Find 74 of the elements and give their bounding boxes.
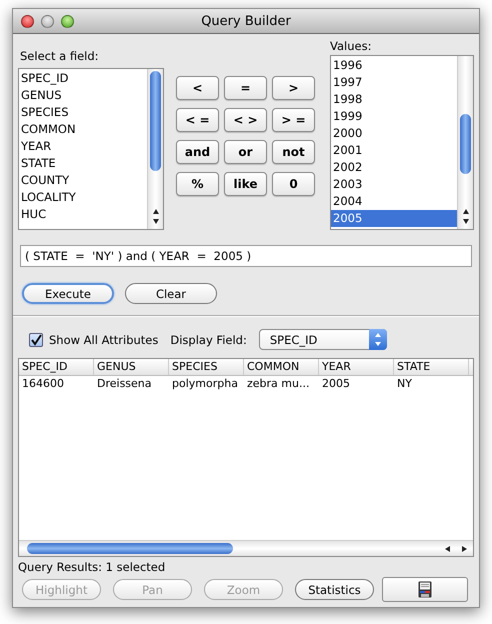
window-title: Query Builder bbox=[201, 14, 291, 28]
list-item[interactable]: STATE bbox=[19, 155, 147, 172]
list-item[interactable]: 2005 bbox=[331, 210, 457, 227]
list-item[interactable]: 1996 bbox=[331, 57, 457, 74]
column-header[interactable]: COMMON bbox=[244, 359, 319, 375]
column-header[interactable]: SPECIES bbox=[169, 359, 244, 375]
operator-button[interactable]: < > bbox=[224, 108, 267, 132]
list-item[interactable]: 1998 bbox=[331, 91, 457, 108]
column-header[interactable]: YEAR bbox=[319, 359, 394, 375]
operator-button[interactable]: or bbox=[224, 140, 267, 164]
column-header[interactable]: SPEC_ID bbox=[19, 359, 94, 375]
zoom-button[interactable] bbox=[61, 14, 74, 28]
operator-button[interactable]: = bbox=[224, 76, 267, 100]
table-cell-text: 164600 bbox=[21, 376, 65, 392]
up-arrow-icon[interactable] bbox=[462, 208, 470, 216]
list-item[interactable]: COMMON bbox=[19, 121, 147, 138]
scroll-thumb[interactable] bbox=[460, 114, 471, 174]
operator-button[interactable]: not bbox=[272, 140, 315, 164]
list-item[interactable]: COUNTY bbox=[19, 172, 147, 189]
list-item[interactable]: LOCALITY bbox=[19, 189, 147, 206]
right-arrow-icon[interactable] bbox=[460, 544, 468, 552]
down-arrow-icon[interactable] bbox=[152, 218, 160, 226]
list-item[interactable]: HUC bbox=[19, 206, 147, 223]
display-field-dropdown[interactable]: SPEC_ID bbox=[258, 329, 387, 350]
column-header[interactable]: GENUS bbox=[94, 359, 169, 375]
list-item[interactable]: 2002 bbox=[331, 159, 457, 176]
field-list[interactable]: SPEC_ID GENUS SPECIES COMMON YEAR STATE COUNTY LOCALITY HUC bbox=[18, 68, 164, 230]
minimize-button[interactable] bbox=[41, 14, 54, 28]
operator-button[interactable]: like bbox=[224, 172, 267, 196]
list-item[interactable]: 1999 bbox=[331, 108, 457, 125]
operator-button[interactable]: > = bbox=[272, 108, 315, 132]
table-cell-text: zebra mu... bbox=[246, 376, 310, 392]
list-item[interactable]: 1997 bbox=[331, 74, 457, 91]
table-cell-text: Dreissena bbox=[96, 376, 153, 392]
list-item[interactable]: 2003 bbox=[331, 176, 457, 193]
table-cell-text: polymorpha bbox=[171, 376, 239, 392]
operator-button[interactable]: > bbox=[272, 76, 315, 100]
list-item[interactable]: SPECIES bbox=[19, 104, 147, 121]
status-text: Query Results: 1 selected bbox=[18, 560, 166, 574]
field-label: Select a field: bbox=[20, 49, 100, 63]
list-item[interactable]: YEAR bbox=[19, 138, 147, 155]
list-item[interactable]: 2001 bbox=[331, 142, 457, 159]
values-label: Values: bbox=[330, 39, 372, 53]
operator-button[interactable]: % bbox=[176, 172, 219, 196]
operator-button[interactable]: and bbox=[176, 140, 219, 164]
query-field[interactable]: ( STATE = 'NY' ) and ( YEAR = 2005 ) bbox=[20, 245, 472, 267]
down-arrow-icon[interactable] bbox=[462, 218, 470, 226]
scrollbar[interactable] bbox=[457, 56, 473, 229]
table-cell-text: NY bbox=[396, 376, 413, 392]
display-field-label: Display Field: bbox=[170, 332, 247, 346]
list-item[interactable]: 2000 bbox=[331, 125, 457, 142]
operator-button[interactable]: 0 bbox=[272, 172, 315, 196]
checkbox-label: Show All Attributes bbox=[49, 332, 158, 346]
close-button[interactable] bbox=[21, 14, 34, 28]
column-header[interactable]: STATE bbox=[394, 359, 469, 375]
action-button[interactable]: Execute bbox=[22, 283, 114, 304]
list-item[interactable]: 2004 bbox=[331, 193, 457, 210]
operator-button[interactable]: < = bbox=[176, 108, 219, 132]
list-item[interactable]: SPEC_ID bbox=[19, 70, 147, 87]
checkbox[interactable] bbox=[29, 332, 43, 346]
up-arrow-icon[interactable] bbox=[152, 208, 160, 216]
toolbar-button[interactable]: Statistics bbox=[295, 579, 374, 600]
values-list[interactable]: 1996 1997 1998 1999 2000 2001 2002 2003 2004 2005 bbox=[330, 55, 474, 230]
table-cell-text: 2005 bbox=[321, 376, 351, 392]
save-button[interactable] bbox=[382, 577, 468, 602]
scrollbar[interactable] bbox=[19, 540, 473, 556]
list-item[interactable]: GENUS bbox=[19, 87, 147, 104]
action-button[interactable]: Clear bbox=[125, 283, 217, 304]
operator-button[interactable]: < bbox=[176, 76, 219, 100]
scroll-thumb[interactable] bbox=[150, 71, 161, 171]
up-down-arrows-icon bbox=[374, 333, 382, 346]
scroll-thumb[interactable] bbox=[27, 543, 233, 554]
scrollbar[interactable] bbox=[147, 69, 163, 229]
left-arrow-icon[interactable] bbox=[444, 544, 452, 552]
